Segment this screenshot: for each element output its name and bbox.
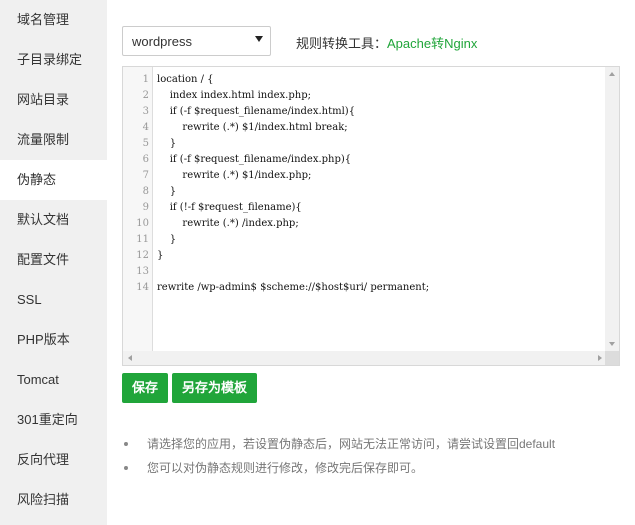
scroll-up-icon[interactable] <box>609 72 615 76</box>
sidebar-item-traffic-limit[interactable]: 流量限制 <box>0 120 107 160</box>
sidebar-item-php-version[interactable]: PHP版本 <box>0 320 107 360</box>
sidebar-item-tomcat[interactable]: Tomcat <box>0 360 107 400</box>
tips-list: 请选择您的应用，若设置伪静态后，网站无法正常访问，请尝试设置回default 您… <box>122 432 555 480</box>
code-line[interactable]: index index.html index.php; <box>157 88 311 104</box>
line-number: 11 <box>136 234 149 245</box>
code-line[interactable]: rewrite (.*) $1/index.html break; <box>157 120 347 136</box>
code-line[interactable]: rewrite /wp-admin$ $scheme://$host$uri/ … <box>157 280 429 296</box>
line-number: 5 <box>142 138 149 149</box>
tip-item: 请选择您的应用，若设置伪静态后，网站无法正常访问，请尝试设置回default <box>122 432 555 456</box>
code-line[interactable]: rewrite (.*) $1/index.php; <box>157 168 311 184</box>
code-line[interactable]: if (-f $request_filename/index.php){ <box>157 152 351 168</box>
sidebar-item-reverse-proxy[interactable]: 反向代理 <box>0 440 107 480</box>
sidebar-item-ssl[interactable]: SSL <box>0 280 107 320</box>
line-number: 3 <box>142 106 149 117</box>
chevron-down-icon <box>255 36 263 42</box>
select-value: wordpress <box>132 34 192 49</box>
rule-converter-text: 规则转换工具： <box>296 36 388 51</box>
rewrite-template-select[interactable]: wordpress <box>122 26 271 56</box>
line-number: 9 <box>142 202 149 213</box>
line-number: 12 <box>136 250 149 261</box>
line-number: 6 <box>142 154 149 165</box>
save-as-template-button[interactable]: 另存为模板 <box>172 373 258 403</box>
sidebar-item-site-directory[interactable]: 网站目录 <box>0 80 107 120</box>
code-line[interactable]: } <box>157 232 176 248</box>
scroll-down-icon[interactable] <box>609 342 615 346</box>
scroll-right-icon[interactable] <box>598 355 602 361</box>
save-button[interactable]: 保存 <box>122 373 169 403</box>
tip-item: 您可以对伪静态规则进行修改，修改完后保存即可。 <box>122 456 555 480</box>
sidebar-item-risk-scan[interactable]: 风险扫描 <box>0 480 107 520</box>
line-number-gutter: 1 2 3 4 5 6 7 8 9 10 11 12 13 14 <box>123 67 153 351</box>
line-number: 1 <box>142 74 149 85</box>
code-line[interactable]: location / { <box>157 72 214 88</box>
sidebar-item-default-document[interactable]: 默认文档 <box>0 200 107 240</box>
code-line[interactable]: } <box>157 248 163 264</box>
rewrite-rules-editor[interactable]: 1 2 3 4 5 6 7 8 9 10 11 12 13 14 location / { index i… <box>122 66 620 366</box>
line-number: 2 <box>142 90 149 101</box>
line-number: 13 <box>136 266 149 277</box>
line-number: 8 <box>142 186 149 197</box>
code-line[interactable]: } <box>157 184 176 200</box>
tip-text: 您可以对伪静态规则进行修改，修改完后保存即可。 <box>147 461 424 475</box>
rule-converter-label: 规则转换工具：Apache转Nginx <box>296 33 477 52</box>
code-line[interactable]: if (!-f $request_filename){ <box>157 200 302 216</box>
sidebar-item-domain-management[interactable]: 域名管理 <box>0 0 107 40</box>
code-line[interactable]: if (-f $request_filename/index.html){ <box>157 104 355 120</box>
apache-to-nginx-link[interactable]: Apache转Nginx <box>387 36 477 51</box>
sidebar-menu: 域名管理 子目录绑定 网站目录 流量限制 伪静态 默认文档 配置文件 SSL P… <box>0 0 107 525</box>
horizontal-scrollbar[interactable] <box>123 351 607 365</box>
code-line[interactable]: } <box>157 136 176 152</box>
tip-text: 请选择您的应用，若设置伪静态后，网站无法正常访问，请尝试设置回default <box>147 437 556 451</box>
bullet-icon <box>124 466 128 470</box>
sidebar-item-rewrite[interactable]: 伪静态 <box>0 160 107 200</box>
sidebar-item-301-redirect[interactable]: 301重定向 <box>0 400 107 440</box>
sidebar-item-config-file[interactable]: 配置文件 <box>0 240 107 280</box>
line-number: 4 <box>142 122 149 133</box>
code-line[interactable]: rewrite (.*) /index.php; <box>157 216 298 232</box>
line-number: 7 <box>142 170 149 181</box>
vertical-scrollbar[interactable] <box>605 67 619 351</box>
scrollbar-corner <box>605 351 619 365</box>
scroll-left-icon[interactable] <box>128 355 132 361</box>
line-number: 10 <box>136 218 149 229</box>
line-number: 14 <box>136 282 149 293</box>
bullet-icon <box>124 442 128 446</box>
sidebar-item-subdirectory-binding[interactable]: 子目录绑定 <box>0 40 107 80</box>
